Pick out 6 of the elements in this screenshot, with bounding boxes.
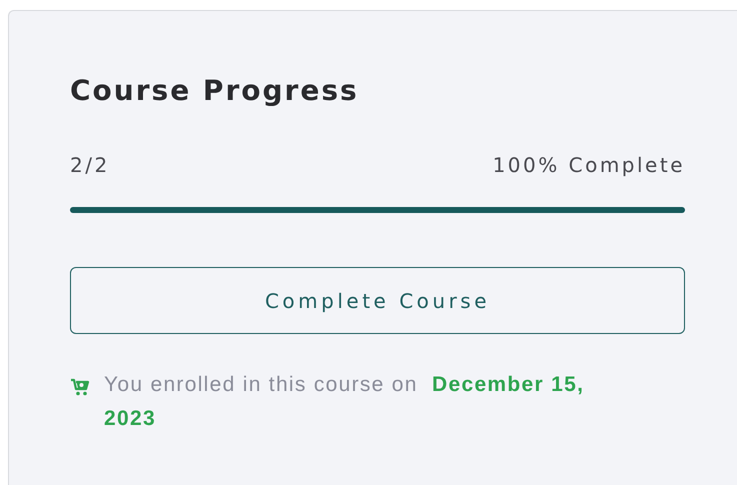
complete-course-button[interactable]: Complete Course bbox=[70, 267, 685, 334]
card-title: Course Progress bbox=[70, 73, 360, 109]
progress-reading: 100% Complete bbox=[492, 153, 685, 177]
cart-icon bbox=[70, 377, 90, 397]
enrollment-note: You enrolled in this course on December 15, 2023 bbox=[104, 372, 586, 432]
lesson-count: 2/2 bbox=[70, 153, 110, 177]
